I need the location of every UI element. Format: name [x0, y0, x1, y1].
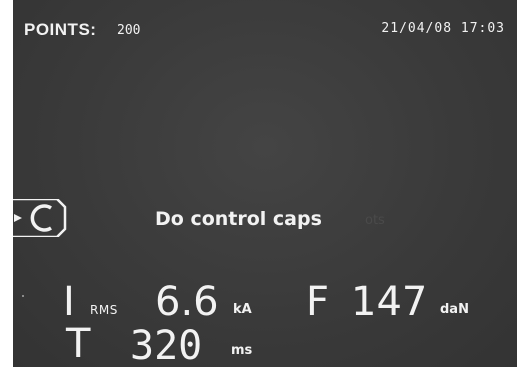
force-unit: daN — [440, 302, 469, 317]
current-value: 6.6 — [155, 279, 219, 325]
time-symbol: T — [66, 321, 91, 367]
current-subscript: RMS — [90, 303, 118, 317]
points-label-text: POINTS — [24, 20, 91, 39]
points-value: 200 — [117, 23, 141, 38]
lcd-screen: POINTS: 200 21/04/08 17:03 Do control ca… — [13, 0, 517, 367]
current-unit: kA — [233, 302, 252, 317]
status-message: Do control caps — [155, 208, 322, 230]
caps-c-icon — [13, 199, 67, 237]
screen-artifact-dot — [22, 295, 24, 297]
points-label: POINTS: — [24, 20, 96, 40]
force-value: 147 — [351, 279, 428, 325]
points-separator: : — [90, 20, 97, 39]
time-value: 320 — [130, 323, 203, 367]
time-unit: ms — [231, 343, 253, 358]
force-symbol: F — [306, 279, 330, 325]
current-symbol: I — [63, 279, 75, 325]
date-time: 21/04/08 17:03 — [381, 21, 505, 36]
ghost-text: ots — [365, 213, 385, 228]
